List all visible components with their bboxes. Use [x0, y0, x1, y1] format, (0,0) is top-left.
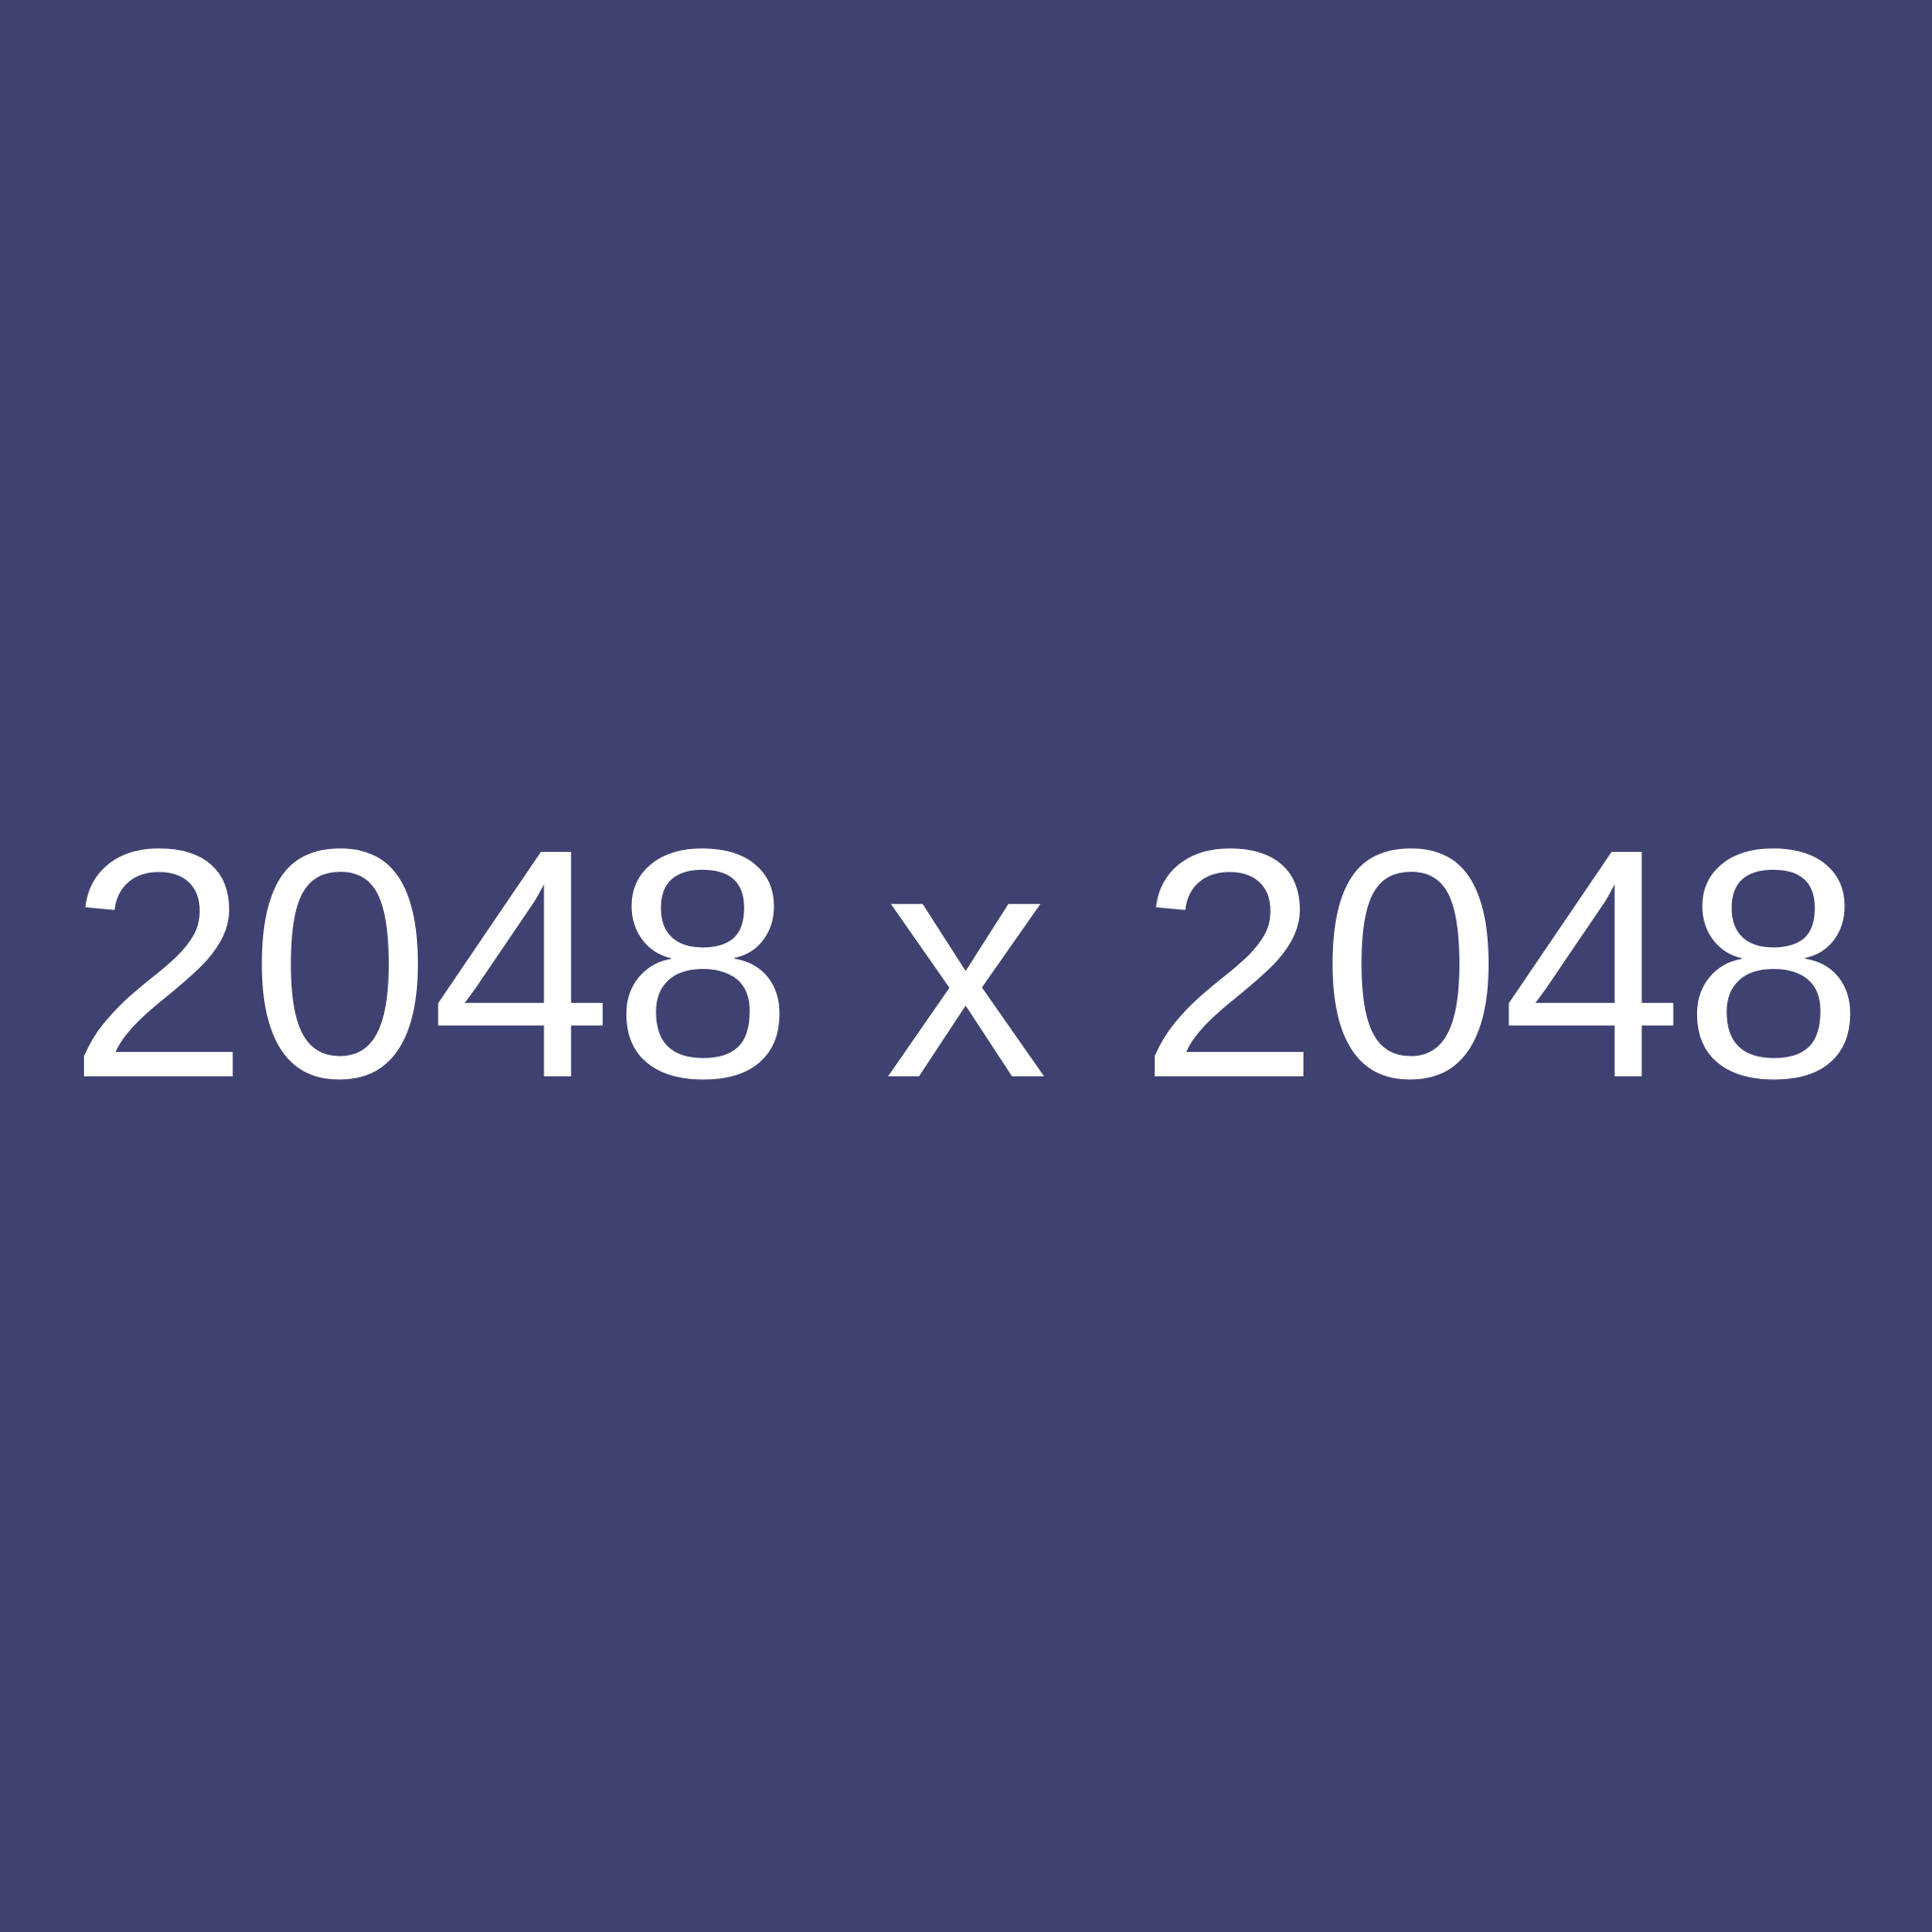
placeholder-canvas: 2048 x 2048 — [0, 0, 1932, 1932]
dimension-label: 2048 x 2048 — [67, 782, 1865, 1146]
